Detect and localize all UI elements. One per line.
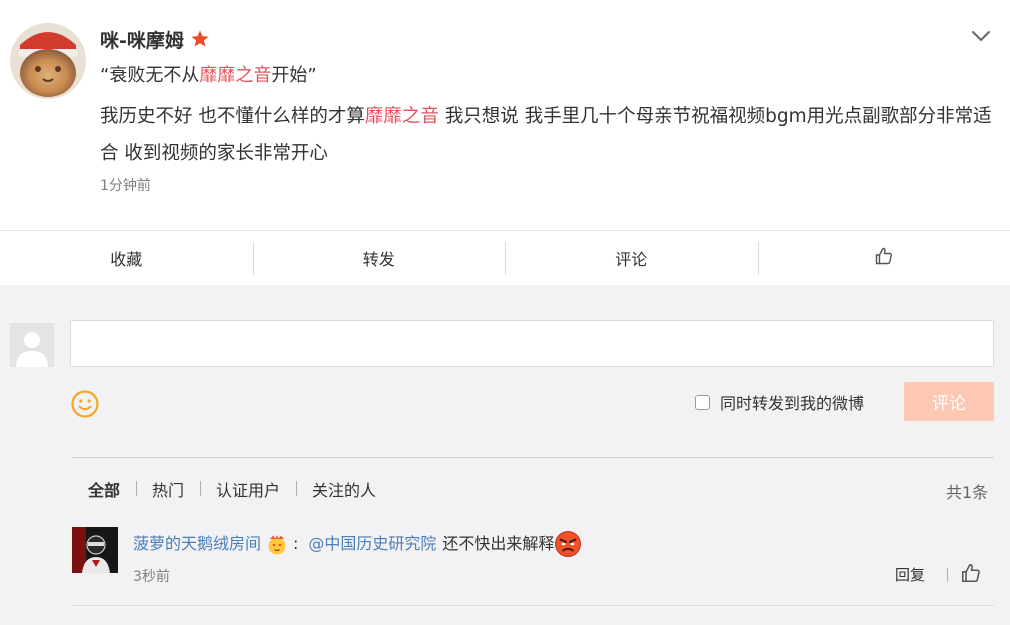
body-highlight[interactable]: 靡靡之音 — [365, 106, 439, 127]
body-text-1: 我历史不好 也不懂什么样的才算 — [100, 106, 365, 127]
comment-colon: : — [293, 534, 299, 553]
comment-button[interactable]: 评论 — [505, 231, 758, 285]
weibo-post: 咪-咪摩姆 “衰败无不从靡靡之音开始” 我历史不好 也不懂什么样的才算靡靡之音 … — [0, 0, 1010, 230]
like-button[interactable] — [757, 231, 1010, 285]
commenter-name[interactable]: 菠萝的天鹅绒房间 — [133, 531, 261, 557]
comment-text: 还不快出来解释 — [442, 534, 555, 553]
thumbs-up-icon — [960, 563, 982, 588]
divider — [72, 457, 994, 458]
comment-time[interactable]: 3秒前 — [133, 566, 170, 586]
reply-button[interactable]: 回复 — [895, 564, 925, 585]
comment-line: 菠萝的天鹅绒房间 : @中国历史研究院 还不快出来解释 — [133, 530, 582, 558]
chevron-down-icon[interactable] — [970, 28, 992, 44]
title-text-2: 开始” — [271, 65, 317, 86]
emoji-icon[interactable] — [70, 389, 100, 419]
author-row: 咪-咪摩姆 — [100, 24, 210, 54]
filter-verified[interactable]: 认证用户 — [200, 477, 296, 501]
angry-face-icon — [554, 530, 582, 558]
title-highlight[interactable]: 靡靡之音 — [199, 65, 271, 86]
repost-checkbox[interactable] — [695, 394, 710, 410]
reply-separator — [947, 568, 948, 582]
author-avatar[interactable] — [10, 23, 86, 99]
comment-count: 共1条 — [946, 483, 989, 502]
post-time[interactable]: 1分钟前 — [100, 175, 151, 195]
filter-all[interactable]: 全部 — [72, 477, 136, 501]
title-text-1: “衰败无不从 — [100, 65, 200, 86]
post-body: 我历史不好 也不懂什么样的才算靡靡之音 我只想说 我手里几十个母亲节祝福视频bg… — [100, 98, 995, 172]
repost-label[interactable]: 同时转发到我的微博 — [720, 390, 864, 414]
bottom-divider — [72, 605, 994, 606]
comment-filters: 全部 热门 认证用户 关注的人 — [72, 477, 392, 501]
repost-button[interactable]: 转发 — [252, 231, 506, 285]
filter-following[interactable]: 关注的人 — [296, 477, 392, 501]
comment-mention[interactable]: @中国历史研究院 — [308, 531, 436, 557]
comment-panel: 同时转发到我的微博 评论 全部 热门 认证用户 关注的人 共1条 菠萝的天鹅绒房… — [0, 285, 1010, 625]
comment-input[interactable] — [70, 320, 994, 367]
favorite-button[interactable]: 收藏 — [0, 231, 253, 285]
repost-option: 同时转发到我的微博 — [695, 391, 864, 413]
submit-comment-button[interactable]: 评论 — [904, 382, 994, 421]
comment-item: 菠萝的天鹅绒房间 : @中国历史研究院 还不快出来解释 3秒前 回复 — [72, 525, 994, 607]
action-bar: 收藏 转发 评论 — [0, 230, 1010, 285]
filter-hot[interactable]: 热门 — [136, 477, 200, 501]
post-title: “衰败无不从靡靡之音开始” — [100, 62, 317, 90]
author-name[interactable]: 咪-咪摩姆 — [100, 26, 184, 53]
current-user-avatar — [10, 323, 54, 367]
crown-face-icon — [265, 532, 289, 556]
comment-like-button[interactable] — [960, 562, 982, 584]
commenter-avatar[interactable] — [72, 527, 118, 573]
star-icon — [190, 29, 210, 49]
thumbs-up-icon — [874, 246, 894, 270]
